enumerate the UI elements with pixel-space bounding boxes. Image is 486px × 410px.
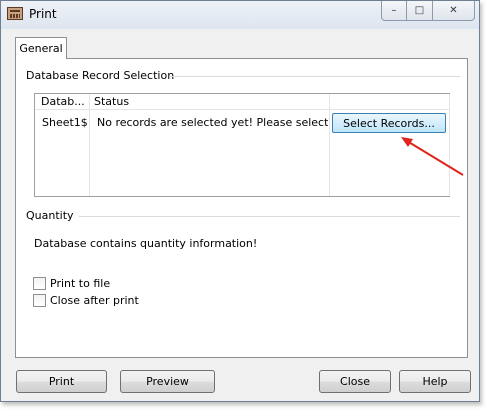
print-to-file-option[interactable]: Print to file bbox=[33, 277, 110, 290]
grid-column-action bbox=[330, 94, 450, 196]
print-dialog: Print – □ ✕ General Database Record Sele… bbox=[0, 0, 480, 402]
help-button[interactable]: Help bbox=[399, 370, 471, 393]
select-records-label: Select Records... bbox=[343, 116, 435, 130]
records-grid[interactable]: Datab... Status Sheet1$ No records are s… bbox=[34, 93, 450, 197]
grid-column-status bbox=[90, 94, 330, 196]
close-after-print-label[interactable]: Close after print bbox=[50, 294, 139, 307]
quantity-info-text: Database contains quantity information! bbox=[34, 237, 258, 250]
quantity-section-divider bbox=[79, 216, 460, 217]
tab-general-label: General bbox=[19, 42, 63, 55]
maximize-button[interactable]: □ bbox=[407, 1, 433, 21]
header-status[interactable]: Status bbox=[94, 95, 129, 108]
print-to-file-checkbox[interactable] bbox=[33, 277, 46, 290]
select-records-button[interactable]: Select Records... bbox=[332, 113, 446, 133]
header-database[interactable]: Datab... bbox=[41, 95, 89, 108]
window-controls: – □ ✕ bbox=[381, 1, 475, 21]
general-panel: Database Record Selection Datab... Statu… bbox=[15, 58, 468, 358]
preview-button-label: Preview bbox=[146, 375, 189, 388]
print-to-file-label[interactable]: Print to file bbox=[50, 277, 110, 290]
help-button-label: Help bbox=[422, 375, 448, 388]
printer-icon bbox=[7, 7, 23, 20]
window-title: Print bbox=[29, 7, 57, 21]
close-button-label: Close bbox=[340, 375, 370, 388]
tab-general[interactable]: General bbox=[15, 37, 67, 59]
close-icon: ✕ bbox=[449, 5, 458, 16]
maximize-icon: □ bbox=[414, 5, 425, 16]
close-after-print-option[interactable]: Close after print bbox=[33, 294, 139, 307]
database-section-divider bbox=[170, 76, 460, 77]
close-window-button[interactable]: ✕ bbox=[433, 1, 475, 21]
minimize-button[interactable]: – bbox=[381, 1, 407, 21]
preview-button[interactable]: Preview bbox=[120, 370, 215, 393]
print-button-label: Print bbox=[48, 375, 75, 388]
cell-database[interactable]: Sheet1$ bbox=[42, 116, 89, 129]
quantity-section-title: Quantity bbox=[26, 209, 74, 222]
title-bar[interactable]: Print – □ ✕ bbox=[1, 1, 479, 29]
grid-column-database bbox=[35, 94, 90, 196]
close-button[interactable]: Close bbox=[319, 370, 391, 393]
print-button[interactable]: Print bbox=[16, 370, 107, 393]
close-after-print-checkbox[interactable] bbox=[33, 294, 46, 307]
database-section-title: Database Record Selection bbox=[26, 69, 175, 82]
minimize-icon: – bbox=[391, 5, 397, 16]
cell-status[interactable]: No records are selected yet! Please sele… bbox=[97, 116, 328, 129]
